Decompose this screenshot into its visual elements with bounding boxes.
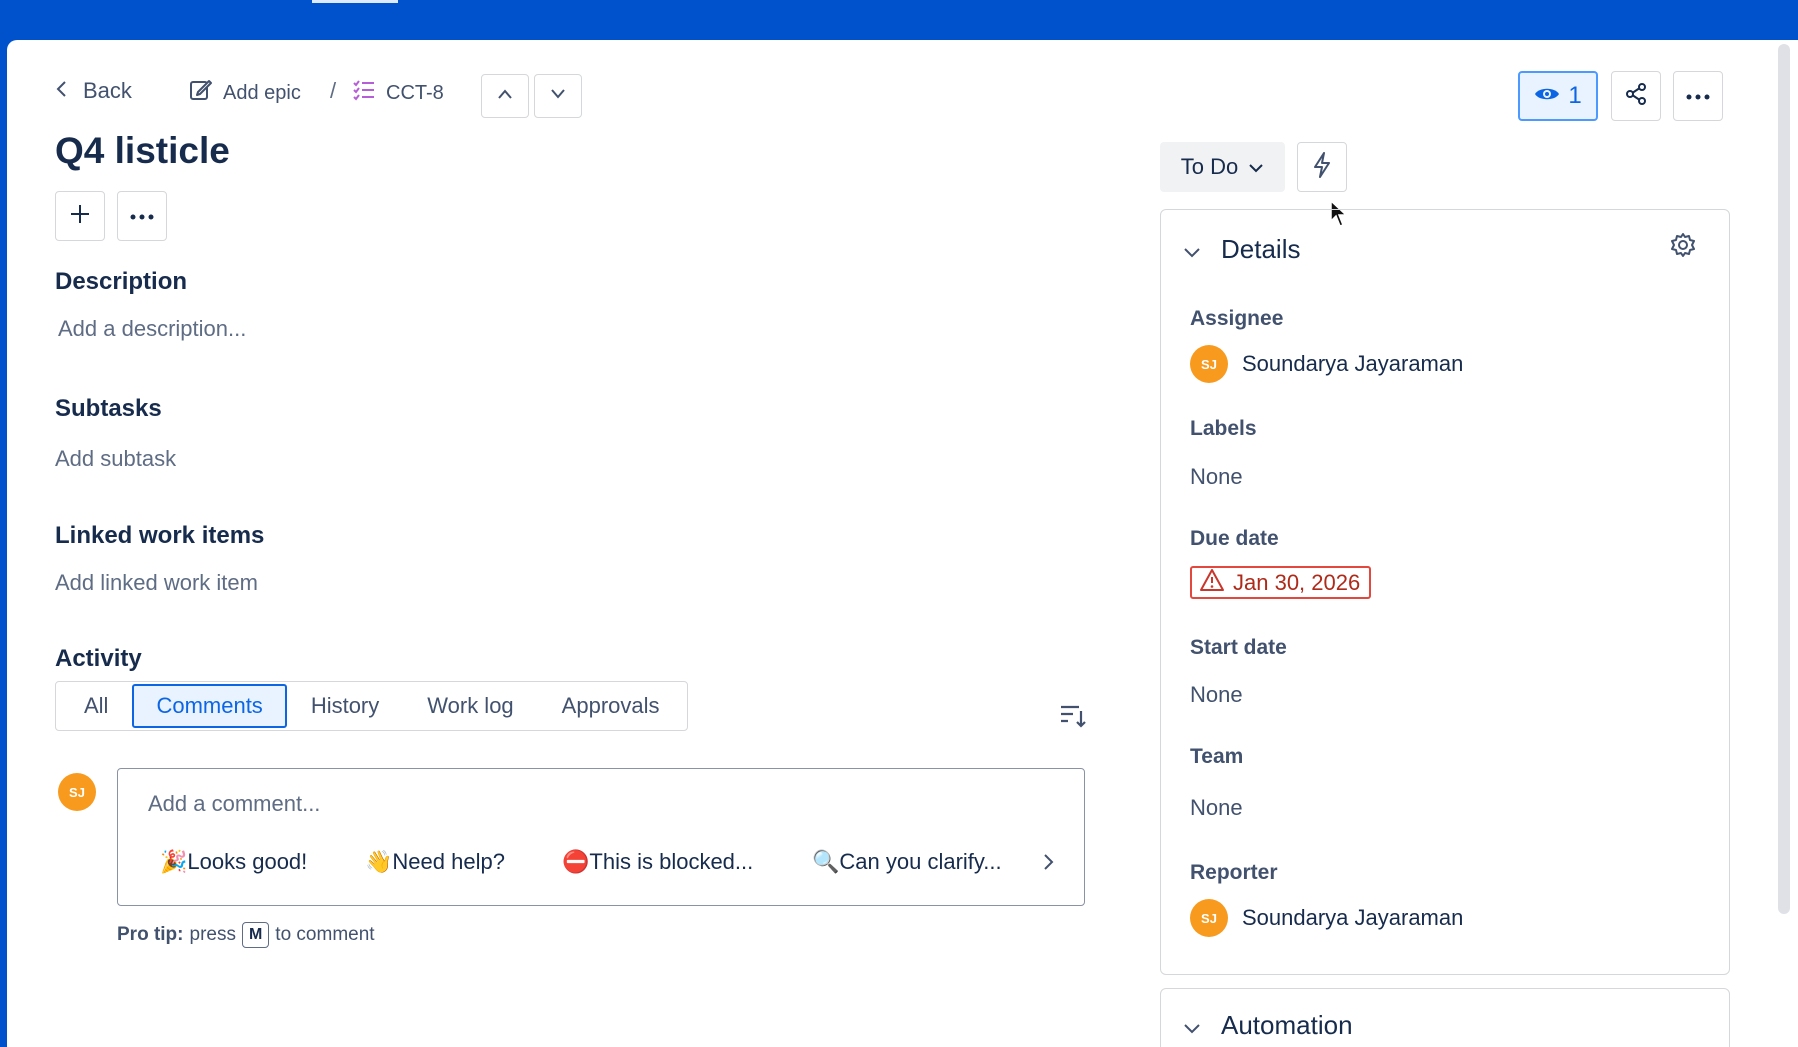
breadcrumb-separator: / — [330, 78, 337, 103]
current-user-avatar: SJ — [58, 773, 96, 811]
automation-heading: Automation — [1221, 1010, 1353, 1040]
tab-work-log[interactable]: Work log — [403, 684, 537, 728]
no-entry-icon: ⛔ — [562, 849, 590, 874]
subtasks-heading: Subtasks — [55, 395, 162, 422]
next-issue-button[interactable] — [534, 74, 582, 118]
sort-order-icon[interactable] — [1057, 699, 1089, 731]
add-linked-item-button[interactable]: Add linked work item — [55, 570, 258, 596]
automation-toggle[interactable]: Automation — [1183, 1010, 1353, 1041]
description-field[interactable]: Add a description... — [58, 316, 246, 342]
activity-tabs: All Comments History Work log Approvals — [55, 681, 688, 731]
chevron-right-icon[interactable] — [1036, 850, 1060, 874]
chevron-down-icon — [550, 87, 566, 105]
topbar-active-indicator — [312, 0, 398, 3]
reporter-label: Reporter — [1190, 861, 1278, 884]
automation-button[interactable] — [1297, 142, 1347, 192]
details-toggle[interactable]: Details — [1183, 234, 1300, 265]
chevron-down-icon — [1183, 234, 1201, 265]
chevron-up-icon — [497, 87, 513, 105]
pro-tip: Pro tip: press M to comment — [117, 922, 375, 948]
previous-issue-button[interactable] — [481, 74, 529, 118]
details-heading: Details — [1221, 234, 1301, 264]
labels-field[interactable]: None — [1190, 464, 1243, 490]
issue-title[interactable]: Q4 listicle — [55, 130, 230, 172]
issue-key-link[interactable]: CCT-8 — [352, 78, 444, 108]
activity-heading: Activity — [55, 645, 142, 672]
tab-approvals[interactable]: Approvals — [538, 684, 684, 728]
linked-items-heading: Linked work items — [55, 522, 265, 549]
quick-reply-label: Looks good! — [187, 849, 308, 874]
pro-tip-suffix: to comment — [275, 924, 375, 945]
status-dropdown[interactable]: To Do — [1160, 142, 1285, 192]
share-icon — [1625, 82, 1647, 110]
add-epic-label: Add epic — [223, 81, 301, 104]
watchers-count: 1 — [1568, 82, 1582, 109]
quick-reply-clarify[interactable]: 🔍 Can you clarify... — [812, 849, 1002, 875]
edit-icon — [189, 78, 213, 108]
more-actions-button[interactable] — [1673, 71, 1723, 121]
quick-reply-blocked[interactable]: ⛔ This is blocked... — [562, 849, 753, 875]
gear-icon[interactable] — [1670, 232, 1696, 263]
back-label: Back — [83, 78, 132, 103]
issue-key-label: CCT-8 — [386, 81, 444, 104]
pro-tip-press: press — [189, 924, 236, 945]
add-subtask-button[interactable]: Add subtask — [55, 446, 176, 472]
pro-tip-label: Pro tip: — [117, 924, 184, 945]
assignee-field[interactable]: SJ Soundarya Jayaraman — [1190, 345, 1463, 383]
party-icon: 🎉 — [160, 849, 188, 874]
keyboard-key: M — [241, 922, 270, 948]
issue-more-button[interactable] — [117, 191, 167, 241]
tab-history[interactable]: History — [287, 684, 403, 728]
more-horizontal-icon — [1686, 87, 1710, 105]
add-epic-button[interactable]: Add epic — [189, 78, 301, 108]
labels-label: Labels — [1190, 417, 1257, 440]
avatar: SJ — [1190, 899, 1228, 937]
assignee-label: Assignee — [1190, 307, 1284, 330]
team-field[interactable]: None — [1190, 795, 1243, 821]
comment-editor[interactable] — [117, 768, 1085, 906]
add-child-button[interactable] — [55, 191, 105, 241]
description-heading: Description — [55, 268, 188, 295]
due-date-label: Due date — [1190, 527, 1279, 550]
chevron-down-icon — [1183, 1010, 1201, 1041]
quick-reply-need-help[interactable]: 👋 Need help? — [365, 849, 505, 875]
assignee-name: Soundarya Jayaraman — [1242, 351, 1464, 376]
warning-icon — [1199, 568, 1225, 598]
plus-icon — [69, 203, 91, 230]
reporter-field[interactable]: SJ Soundarya Jayaraman — [1190, 899, 1463, 937]
start-date-field[interactable]: None — [1190, 682, 1243, 708]
tab-all[interactable]: All — [60, 684, 132, 728]
quick-reply-looks-good[interactable]: 🎉 Looks good! — [160, 849, 307, 875]
quick-reply-label: Can you clarify... — [839, 849, 1002, 874]
due-date-field[interactable]: Jan 30, 2026 — [1190, 566, 1372, 599]
more-horizontal-icon — [130, 207, 154, 225]
quick-reply-label: This is blocked... — [589, 849, 754, 874]
panel-scrollbar[interactable] — [1778, 44, 1790, 914]
magnifier-icon: 🔍 — [812, 849, 840, 874]
eye-icon — [1534, 82, 1560, 110]
lightning-icon — [1312, 151, 1332, 183]
team-label: Team — [1190, 745, 1244, 768]
subtask-list-icon — [352, 78, 376, 108]
quick-reply-label: Need help? — [392, 849, 505, 874]
chevron-left-icon — [55, 78, 69, 104]
tab-comments[interactable]: Comments — [132, 684, 287, 728]
chevron-down-icon — [1248, 154, 1264, 180]
comment-placeholder[interactable]: Add a comment... — [148, 791, 320, 817]
back-link[interactable]: Back — [55, 78, 132, 104]
wave-icon: 👋 — [365, 849, 393, 874]
share-button[interactable] — [1611, 71, 1661, 121]
status-label: To Do — [1180, 154, 1239, 179]
due-date-value: Jan 30, 2026 — [1233, 569, 1361, 595]
avatar: SJ — [1190, 345, 1228, 383]
watch-button[interactable]: 1 — [1518, 71, 1598, 121]
start-date-label: Start date — [1190, 636, 1287, 659]
reporter-name: Soundarya Jayaraman — [1242, 905, 1464, 930]
